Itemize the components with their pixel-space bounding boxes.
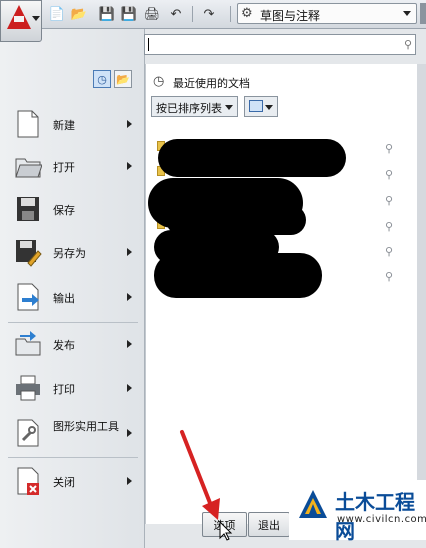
toolbar-separator [230, 6, 231, 22]
menu-item-label: 新建 [53, 119, 75, 132]
icon-view-icon [249, 100, 263, 112]
menu-item-label: 图形实用工具 [53, 420, 119, 433]
application-menu-button[interactable] [0, 0, 42, 42]
menu-item-drawing-utilities[interactable]: 图形实用工具 [8, 414, 138, 454]
save-disk-icon [17, 197, 39, 221]
watermark: 土木工程网 www.civilcn.com [289, 480, 426, 543]
annotation-arrow [180, 430, 233, 541]
chevron-right-icon [127, 340, 132, 348]
chevron-right-icon [127, 384, 132, 392]
civilcn-logo-icon [299, 490, 327, 518]
open-folder-icon [15, 158, 42, 178]
menu-item-save[interactable]: 保存 [8, 190, 138, 230]
display-mode-dropdown[interactable] [244, 96, 278, 117]
scrollbar[interactable] [417, 64, 426, 524]
recent-documents-title: 最近使用的文档 [173, 77, 250, 90]
pin-icon[interactable]: ⚲ [385, 168, 393, 181]
menu-item-print[interactable]: 打印 [8, 369, 138, 409]
menu-item-label: 打开 [53, 161, 75, 174]
recent-documents-icon: ◷ [153, 74, 165, 89]
sort-order-label: 按已排序列表 [156, 102, 222, 115]
pin-icon[interactable]: ⚲ [385, 270, 393, 283]
menu-item-new[interactable]: 新建 [8, 105, 138, 145]
toolbar-separator [192, 6, 193, 22]
chevron-down-icon [403, 11, 411, 16]
text-cursor [148, 38, 149, 51]
pin-icon[interactable]: ⚲ [385, 245, 393, 258]
printer-icon [16, 375, 40, 401]
open-icon[interactable]: 📂 [70, 5, 88, 23]
publish-icon [15, 331, 41, 356]
new-document-icon [17, 110, 39, 138]
chevron-down-icon [225, 105, 233, 110]
save-as-icon [16, 240, 42, 267]
menu-item-label: 关闭 [53, 476, 75, 489]
pin-icon[interactable]: ⚲ [385, 142, 393, 155]
open-documents-icon[interactable]: 📂 [114, 70, 132, 88]
workspace-select[interactable]: ⚙ 草图与注释 [237, 3, 417, 24]
chevron-right-icon [127, 293, 132, 301]
menu-item-open[interactable]: 打开 [8, 147, 138, 187]
menu-item-close[interactable]: 关闭 [8, 462, 138, 502]
chevron-down-icon [265, 105, 273, 110]
print-icon[interactable]: 🖨 [143, 5, 161, 23]
menu-item-label: 保存 [53, 204, 75, 217]
pin-icon[interactable]: ⚲ [385, 220, 393, 233]
watermark-url: www.civilcn.com [337, 514, 426, 525]
pin-icon[interactable]: ⚲ [385, 194, 393, 207]
chevron-right-icon [127, 120, 132, 128]
sort-order-dropdown[interactable]: 按已排序列表 [151, 96, 238, 117]
menu-item-publish[interactable]: 发布 [8, 325, 138, 365]
new-icon[interactable]: 📄 [48, 5, 66, 23]
menu-item-save-as[interactable]: 另存为 [8, 233, 138, 273]
chevron-right-icon [127, 477, 132, 485]
menu-separator [8, 322, 138, 323]
exit-button[interactable]: 退出 [248, 512, 290, 537]
search-input[interactable]: ⚲ [144, 34, 416, 55]
menu-item-label: 发布 [53, 339, 75, 352]
export-icon [17, 283, 39, 311]
drawing-utilities-icon [17, 419, 39, 447]
redacted-file-name[interactable] [154, 253, 322, 298]
redo-icon[interactable]: ↷ [200, 5, 218, 23]
close-document-icon [17, 467, 39, 495]
chevron-right-icon [127, 162, 132, 170]
menu-item-export[interactable]: 输出 [8, 278, 138, 318]
menu-item-label: 另存为 [53, 247, 86, 260]
menu-item-label: 输出 [53, 292, 75, 305]
autocad-logo-icon [7, 5, 31, 29]
undo-icon[interactable]: ↶ [167, 5, 185, 23]
recent-documents-icon[interactable]: ◷ [93, 70, 111, 88]
save-as-icon[interactable]: 💾 [120, 5, 138, 23]
workspace-label: 草图与注释 [260, 9, 321, 23]
save-icon[interactable]: 💾 [98, 5, 116, 23]
gear-icon: ⚙ [241, 6, 253, 21]
chevron-down-icon [32, 16, 40, 21]
menu-separator [8, 457, 138, 458]
menu-item-label: 打印 [53, 383, 75, 396]
search-icon[interactable]: ⚲ [404, 38, 412, 51]
chevron-right-icon [127, 248, 132, 256]
window-control[interactable] [420, 3, 426, 24]
chevron-right-icon [127, 429, 132, 437]
redacted-file-name[interactable] [158, 139, 346, 177]
